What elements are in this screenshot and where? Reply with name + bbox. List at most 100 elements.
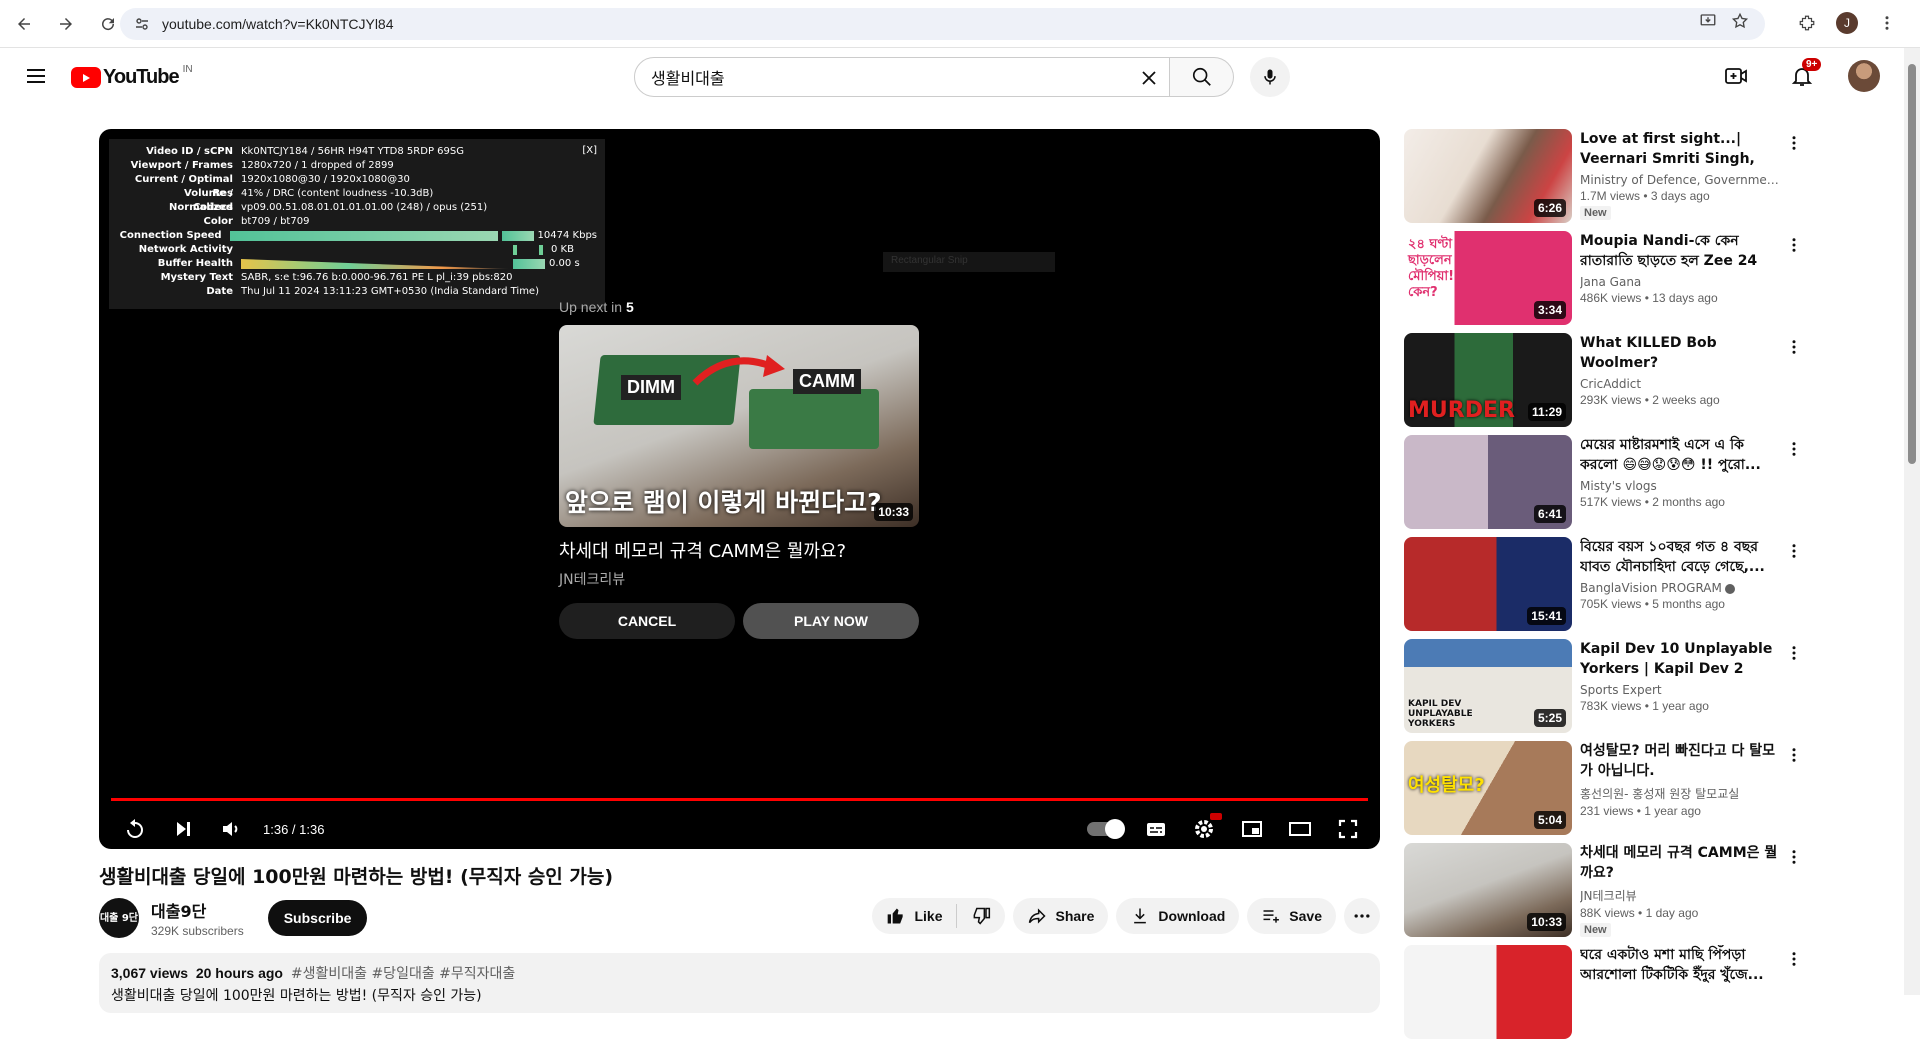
address-bar[interactable]: youtube.com/watch?v=Kk0NTCJYl84 (120, 8, 1765, 40)
url-text[interactable]: youtube.com/watch?v=Kk0NTCJYl84 (162, 16, 394, 32)
recommendation-item[interactable]: 여성탈모? 5:04 여성탈모? 머리 빠진다고 다 탈모가 아닙니다. 홍선의… (1404, 741, 1806, 835)
autoplay-play-now-button[interactable]: PLAY NOW (743, 603, 919, 639)
recommendation-item[interactable]: 10:33 차세대 메모리 규격 CAMM은 뭘까요? JN테크리뷰 88K v… (1404, 843, 1806, 937)
more-vert-icon[interactable] (1782, 947, 1806, 971)
browser-profile-avatar[interactable]: J (1836, 12, 1858, 34)
more-vert-icon[interactable] (1782, 131, 1806, 155)
theater-mode-button[interactable] (1276, 809, 1324, 849)
skip-next-icon (177, 822, 190, 836)
search-input[interactable] (651, 67, 1091, 87)
forward-icon[interactable] (54, 12, 78, 36)
browser-menu-icon[interactable] (1878, 14, 1896, 32)
channel-avatar[interactable]: 대출 9단 (99, 898, 139, 938)
download-button[interactable]: Download (1116, 898, 1240, 934)
dislike-button[interactable] (957, 898, 1005, 934)
recommendation-thumbnail[interactable]: 10:33 (1404, 843, 1572, 937)
settings-button[interactable] (1180, 809, 1228, 849)
page-scrollbar[interactable] (1904, 48, 1920, 995)
recommendation-channel[interactable]: Misty's vlogs (1580, 479, 1780, 493)
voice-search-button[interactable] (1250, 57, 1290, 97)
up-next-title[interactable]: 차세대 메모리 규격 CAMM은 뭘까요? (559, 537, 919, 563)
stats-value: SABR, s:e t:96.76 b:0.000-96.761 PE L pl… (241, 272, 513, 283)
recommendation-thumbnail[interactable]: 6:41 (1404, 435, 1572, 529)
like-button[interactable]: Like (872, 898, 956, 934)
search-button[interactable] (1170, 57, 1234, 97)
hamburger-menu-icon[interactable] (24, 64, 48, 88)
recommendation-title[interactable]: Moupia Nandi-কে কেন রাতারাতি ছাড়তে হল Z… (1580, 231, 1780, 271)
share-button[interactable]: Share (1013, 898, 1109, 934)
recommendation-item[interactable]: ২৪ ঘণ্টা ছাড়লেন মৌপিয়া! কেন? 3:34 Moup… (1404, 231, 1806, 325)
recommendation-item[interactable]: 6:26 Love at first sight...| Veernari Sm… (1404, 129, 1806, 223)
subscribe-button[interactable]: Subscribe (267, 900, 368, 936)
hashtags[interactable]: #생활비대출 #당일대출 #무직자대출 (291, 966, 515, 982)
recommendation-thumbnail[interactable]: 여성탈모? 5:04 (1404, 741, 1572, 835)
miniplayer-button[interactable] (1228, 809, 1276, 849)
recommendation-stats: 88K views • 1 day ago (1580, 906, 1699, 920)
video-player[interactable]: [X] Video ID / sCPN Kk0NTCJY184 / 56HR H9… (99, 129, 1380, 849)
back-icon[interactable] (12, 12, 36, 36)
more-vert-icon[interactable] (1782, 539, 1806, 563)
more-vert-icon[interactable] (1782, 743, 1806, 767)
save-button[interactable]: Save (1247, 898, 1336, 934)
recommendation-thumbnail[interactable]: KAPIL DEV UNPLAYABLE YORKERS 5:25 (1404, 639, 1572, 733)
recommendation-item[interactable]: 6:41 মেয়ের মাষ্টারমশাই এসে এ কি করলো 😄😅… (1404, 435, 1806, 529)
up-next-thumbnail[interactable]: DIMM CAMM 앞으로 램이 이렇게 바뀐다고? 10:33 (559, 325, 919, 527)
recommendation-title[interactable]: Love at first sight...| Veernari Smriti … (1580, 129, 1780, 169)
create-button[interactable] (1716, 56, 1756, 96)
recommendation-channel[interactable]: Ministry of Defence, Government of ... (1580, 173, 1780, 187)
recommendation-channel[interactable]: BanglaVision PROGRAM (1580, 581, 1780, 595)
recommendation-channel[interactable]: Sports Expert (1580, 683, 1780, 697)
description-box[interactable]: 3,067 views 20 hours ago #생활비대출 #당일대출 #무… (99, 953, 1380, 1013)
microphone-icon (1264, 69, 1276, 85)
recommendation-channel[interactable]: Jana Gana (1580, 275, 1780, 289)
more-actions-button[interactable] (1344, 898, 1380, 934)
reload-icon[interactable] (96, 12, 120, 36)
recommendation-channel[interactable]: CricAddict (1580, 377, 1780, 391)
autoplay-cancel-button[interactable]: CANCEL (559, 603, 735, 639)
youtube-logo[interactable]: YouTube IN (71, 64, 193, 89)
install-app-icon[interactable] (1699, 12, 1717, 30)
replay-button[interactable] (111, 809, 159, 849)
more-vert-icon[interactable] (1782, 437, 1806, 461)
channel-name[interactable]: 대출9단 (151, 898, 244, 922)
stats-close-button[interactable]: [X] (582, 145, 597, 156)
progress-bar[interactable] (111, 798, 1368, 801)
autoplay-toggle[interactable] (1084, 809, 1132, 849)
clear-search-icon[interactable] (1137, 66, 1161, 90)
more-vert-icon[interactable] (1782, 845, 1806, 869)
recommendation-title[interactable]: মেয়ের মাষ্টারমশাই এসে এ কি করলো 😄😅😟😰😳 !… (1580, 435, 1780, 475)
more-vert-icon[interactable] (1782, 335, 1806, 359)
thumbs-up-icon (888, 908, 904, 924)
next-video-button[interactable] (159, 809, 207, 849)
recommendation-item[interactable]: ঘরে একটাও মশা মাছি পিঁপড়া আরশোলা টিকটিক… (1404, 945, 1806, 1039)
recommendation-title[interactable]: বিয়ের বয়স ১০বছর গত ৪ বছর যাবত যৌনচাহিদ… (1580, 537, 1780, 577)
recommendation-item[interactable]: KAPIL DEV UNPLAYABLE YORKERS 5:25 Kapil … (1404, 639, 1806, 733)
recommendation-channel[interactable]: 홍선의원- 홍성재 원장 탈모교실 (1580, 785, 1780, 802)
recommendation-title[interactable]: 여성탈모? 머리 빠진다고 다 탈모가 아닙니다. (1580, 741, 1780, 781)
recommendation-thumbnail[interactable]: MURDER 11:29 (1404, 333, 1572, 427)
recommendation-thumbnail[interactable]: 6:26 (1404, 129, 1572, 223)
more-vert-icon[interactable] (1782, 233, 1806, 257)
recommendation-item[interactable]: 15:41 বিয়ের বয়স ১০বছর গত ৪ বছর যাবত যৌ… (1404, 537, 1806, 631)
autoplay-up-next: Up next in 5 DIMM CAMM 앞으로 램이 이렇게 바뀐다고? … (559, 299, 919, 639)
like-dislike-group: Like (872, 898, 1006, 934)
recommendation-title[interactable]: ঘরে একটাও মশা মাছি পিঁপড়া আরশোলা টিকটিক… (1580, 945, 1780, 985)
recommendation-thumbnail[interactable]: 15:41 (1404, 537, 1572, 631)
extensions-icon[interactable] (1798, 14, 1816, 32)
recommendation-title[interactable]: Kapil Dev 10 Unplayable Yorkers | Kapil … (1580, 639, 1780, 679)
fullscreen-button[interactable] (1324, 809, 1372, 849)
more-vert-icon[interactable] (1782, 641, 1806, 665)
account-avatar[interactable] (1848, 60, 1880, 92)
recommendation-title[interactable]: 차세대 메모리 규격 CAMM은 뭘까요? (1580, 843, 1780, 883)
recommendation-item[interactable]: MURDER 11:29 What KILLED Bob Woolmer? Cr… (1404, 333, 1806, 427)
site-info-icon[interactable] (134, 16, 150, 32)
recommendation-title[interactable]: What KILLED Bob Woolmer? (1580, 333, 1780, 373)
recommendation-thumbnail[interactable]: ২৪ ঘণ্টা ছাড়লেন মৌপিয়া! কেন? 3:34 (1404, 231, 1572, 325)
notifications-button[interactable]: 9+ (1782, 56, 1822, 96)
bookmark-star-icon[interactable] (1731, 12, 1749, 30)
recommendation-channel[interactable]: JN테크리뷰 (1580, 887, 1780, 904)
recommendation-thumbnail[interactable] (1404, 945, 1572, 1039)
subtitles-button[interactable] (1132, 809, 1180, 849)
scrollbar-thumb[interactable] (1908, 64, 1916, 464)
mute-button[interactable] (207, 809, 255, 849)
